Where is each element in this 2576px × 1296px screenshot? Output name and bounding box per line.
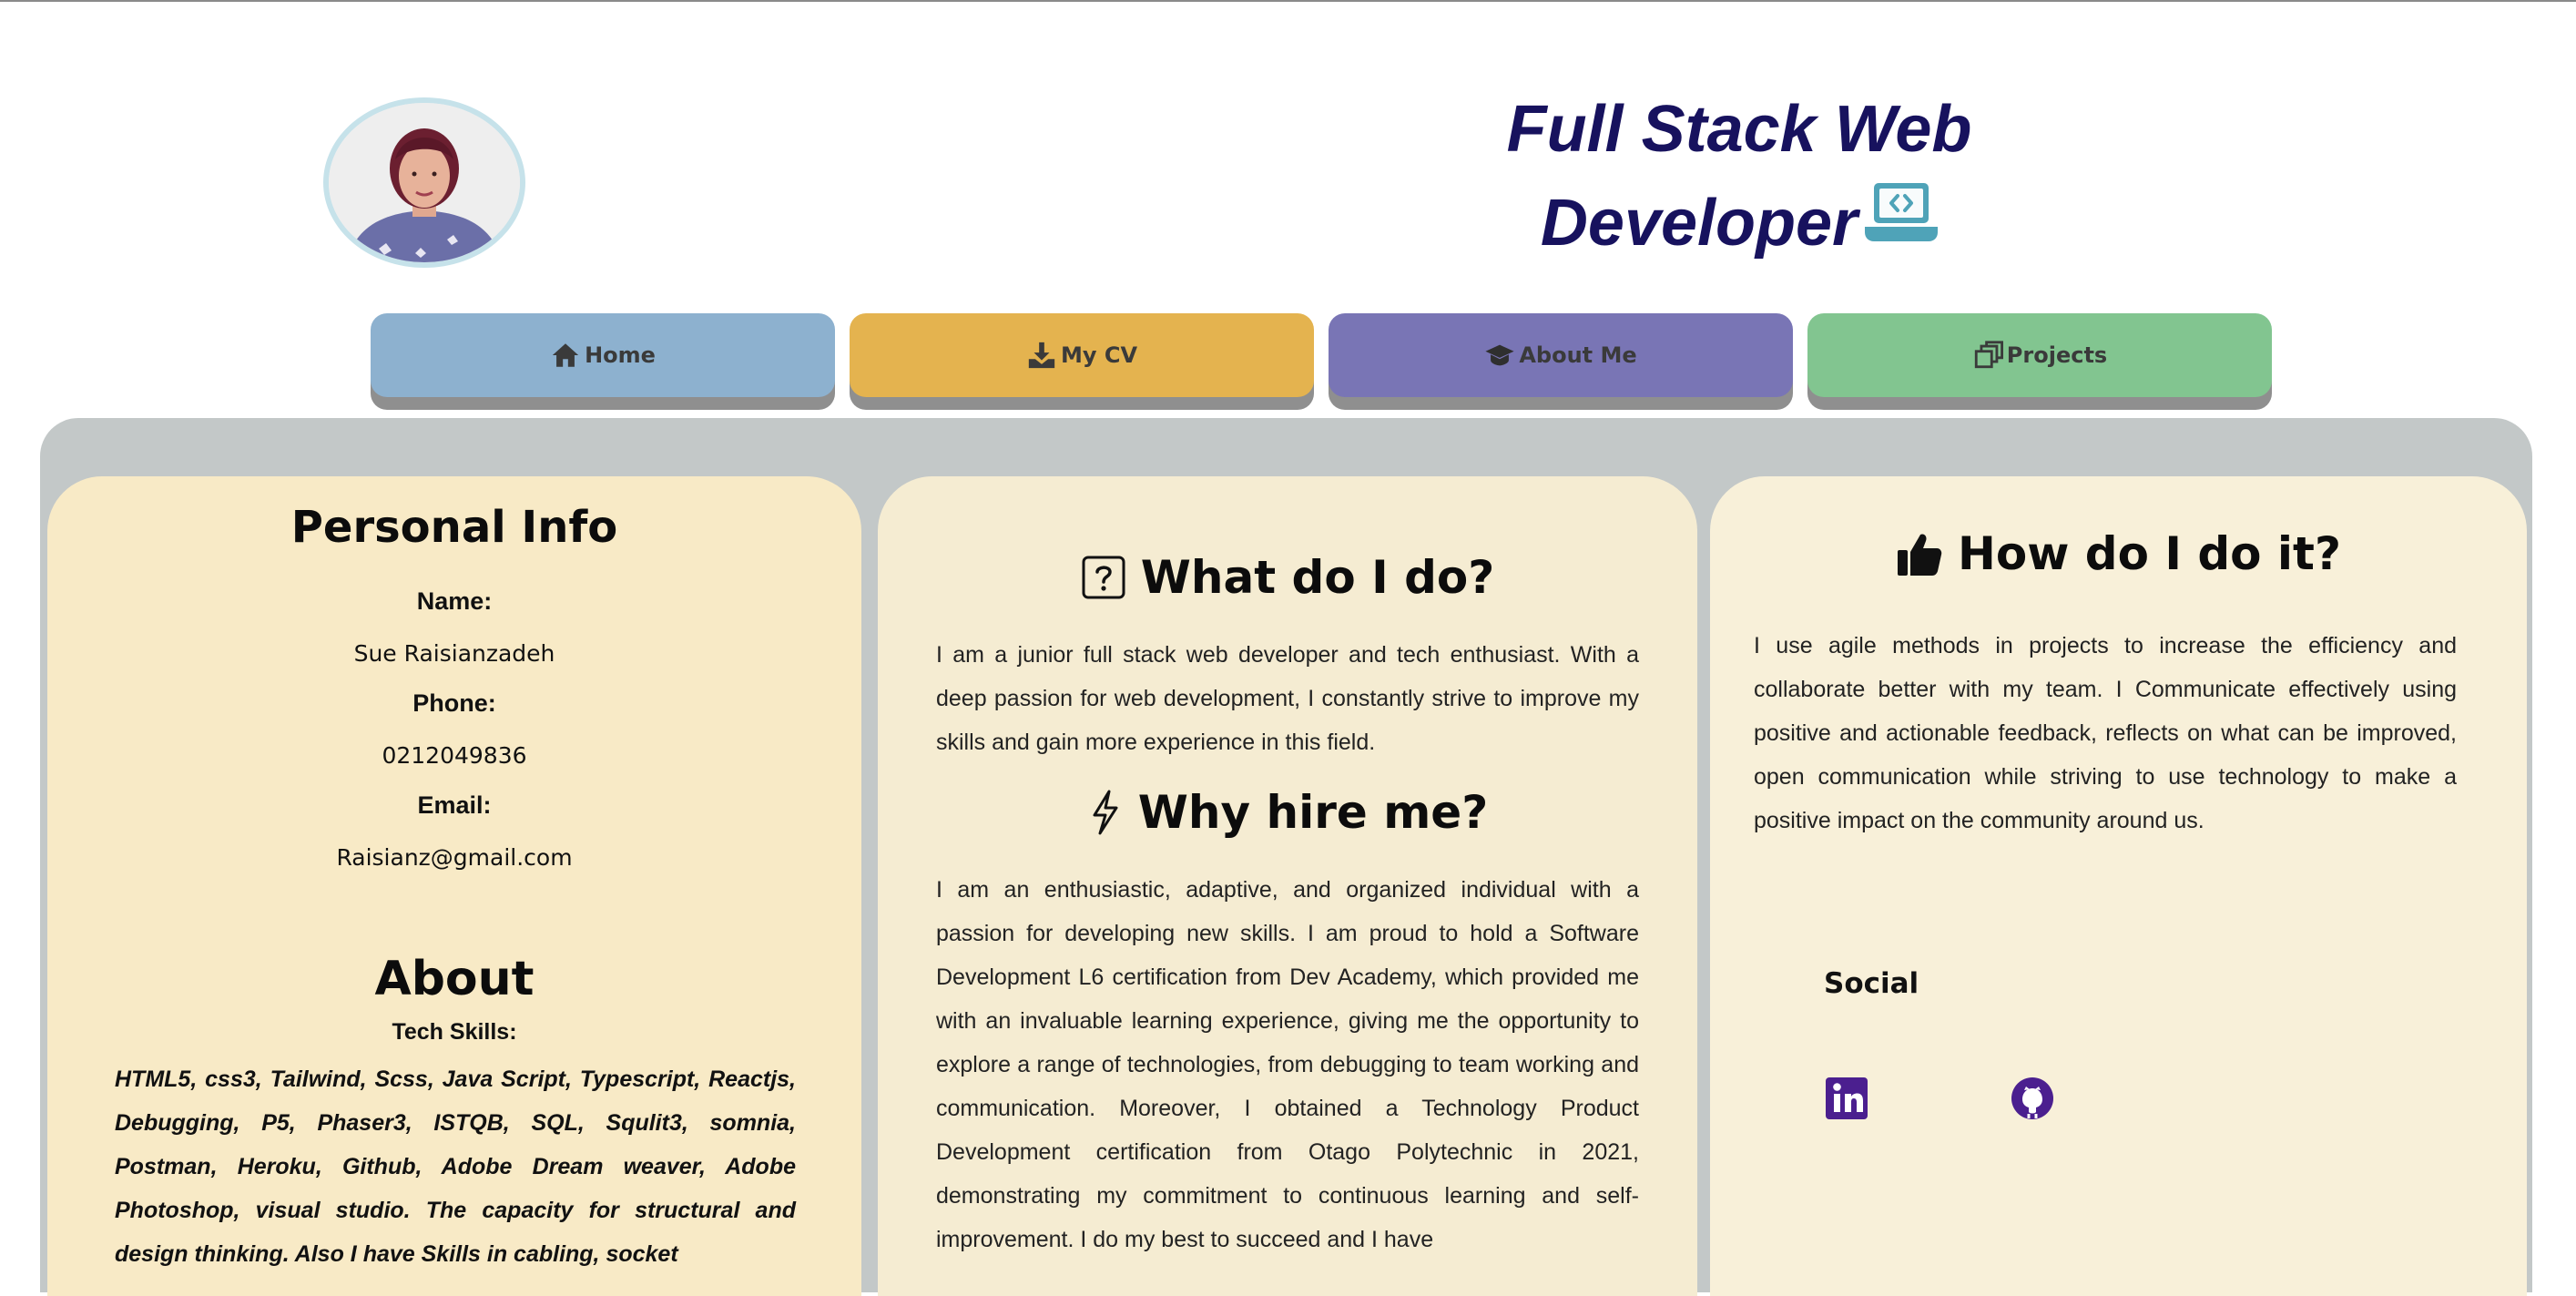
- profile-photo: [323, 97, 525, 268]
- home-icon: [552, 343, 579, 367]
- main-nav: Home My CV About Me Projects: [371, 313, 2272, 410]
- page-title: Full Stack Web Developer: [1420, 84, 2058, 270]
- tech-skills-label: Tech Skills:: [392, 1019, 517, 1045]
- email-label: Email:: [417, 791, 492, 819]
- how-heading-text: How do I do it?: [1958, 527, 2341, 580]
- phone-value: 0212049836: [382, 742, 527, 769]
- nav-projects-button[interactable]: Projects: [1807, 313, 2272, 397]
- nav-home-label: Home: [585, 342, 656, 368]
- name-value: Sue Raisianzadeh: [353, 640, 555, 667]
- personal-info-heading: Personal Info: [290, 502, 618, 553]
- github-icon[interactable]: [2010, 1076, 2055, 1121]
- windows-stack-icon: [1974, 341, 2003, 369]
- nav-cv-button[interactable]: My CV: [850, 313, 1314, 397]
- how-text: I use agile methods in projects to incre…: [1754, 633, 2457, 833]
- graduation-cap-icon: [1485, 344, 1514, 366]
- lightning-icon: [1093, 790, 1118, 835]
- tech-skills-text: HTML5, css3, Tailwind, Scss, Java Script…: [115, 1066, 796, 1267]
- nav-home-button[interactable]: Home: [371, 313, 835, 397]
- how-social-panel: How do I do it? I use agile methods in p…: [1710, 476, 2527, 1296]
- why-heading-text: Why hire me?: [1137, 786, 1489, 839]
- name-label: Name:: [416, 587, 493, 615]
- nav-about-button[interactable]: About Me: [1329, 313, 1793, 397]
- social-heading: Social: [1824, 967, 1919, 1000]
- nav-cv-label: My CV: [1060, 342, 1138, 368]
- email-value: Raisianz@gmail.com: [336, 844, 573, 871]
- title-line-1: Full Stack Web: [1506, 93, 1972, 166]
- question-box-icon: [1082, 556, 1125, 599]
- phone-label: Phone:: [412, 689, 496, 717]
- what-text: I am a junior full stack web developer a…: [936, 642, 1639, 755]
- what-why-panel: What do I do? I am a junior full stack w…: [878, 476, 1697, 1296]
- what-heading-text: What do I do?: [1140, 551, 1495, 604]
- why-text: I am an enthusiastic, adaptive, and orga…: [936, 877, 1639, 1252]
- about-heading: About: [374, 952, 535, 1006]
- title-line-2: Developer: [1540, 187, 1858, 260]
- why-heading: Why hire me?: [878, 786, 1697, 839]
- how-heading: How do I do it?: [1710, 527, 2527, 580]
- personal-info-panel: Personal Info Name: Sue Raisianzadeh Pho…: [47, 476, 861, 1296]
- linkedin-icon[interactable]: [1824, 1076, 1869, 1121]
- nav-projects-label: Projects: [2006, 342, 2108, 368]
- what-heading: What do I do?: [878, 551, 1697, 604]
- nav-about-label: About Me: [1519, 342, 1637, 368]
- top-border: [0, 0, 2576, 2]
- laptop-code-icon: [1865, 176, 1939, 241]
- thumbs-up-icon: [1898, 534, 1942, 576]
- download-icon: [1028, 342, 1055, 369]
